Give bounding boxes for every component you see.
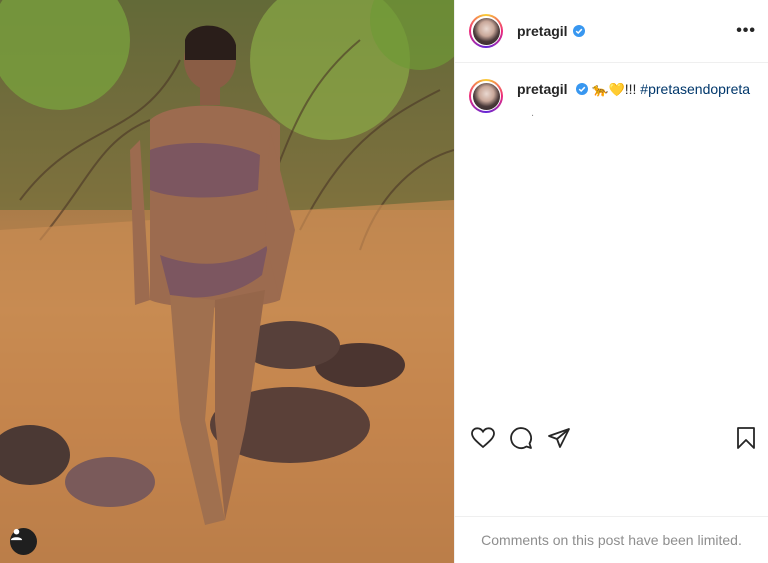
post-sidebar: pretagil ••• pretagil 🐆💛!!! #pretasendop… — [454, 0, 768, 563]
verified-badge-icon — [572, 25, 585, 37]
caption-emojis: 🐆💛 — [592, 82, 625, 97]
verified-badge-icon — [576, 83, 589, 95]
share-button[interactable] — [545, 424, 573, 452]
user-tag-icon — [10, 528, 23, 541]
paper-plane-icon — [548, 428, 570, 448]
photo-scene — [0, 0, 454, 563]
post-header: pretagil ••• — [455, 0, 768, 63]
avatar-image — [472, 82, 500, 110]
caption-username-link[interactable]: pretagil — [517, 81, 568, 97]
caption-text: pretagil 🐆💛!!! #pretasendopreta — [517, 79, 750, 113]
hashtag-link[interactable]: #pretasendopreta — [640, 81, 750, 97]
avatar-image — [472, 17, 500, 45]
caption-body: !!! — [624, 81, 641, 97]
heart-icon — [471, 427, 495, 449]
bookmark-icon — [737, 427, 755, 449]
more-options-button[interactable]: ••• — [736, 22, 756, 40]
save-button[interactable] — [732, 424, 760, 452]
tagged-users-button[interactable] — [10, 528, 37, 555]
post-photo[interactable] — [0, 0, 454, 563]
comments-limited-notice: Comments on this post have been limited. — [455, 516, 768, 563]
like-button[interactable] — [469, 424, 497, 452]
caption-avatar[interactable] — [469, 79, 503, 113]
avatar[interactable] — [469, 14, 503, 48]
action-bar — [455, 421, 768, 455]
username-link[interactable]: pretagil — [517, 23, 568, 39]
comment-icon — [510, 427, 532, 449]
comment-button[interactable] — [507, 424, 535, 452]
instagram-post: pretagil ••• pretagil 🐆💛!!! #pretasendop… — [0, 0, 768, 563]
caption: pretagil 🐆💛!!! #pretasendopreta — [455, 63, 768, 113]
